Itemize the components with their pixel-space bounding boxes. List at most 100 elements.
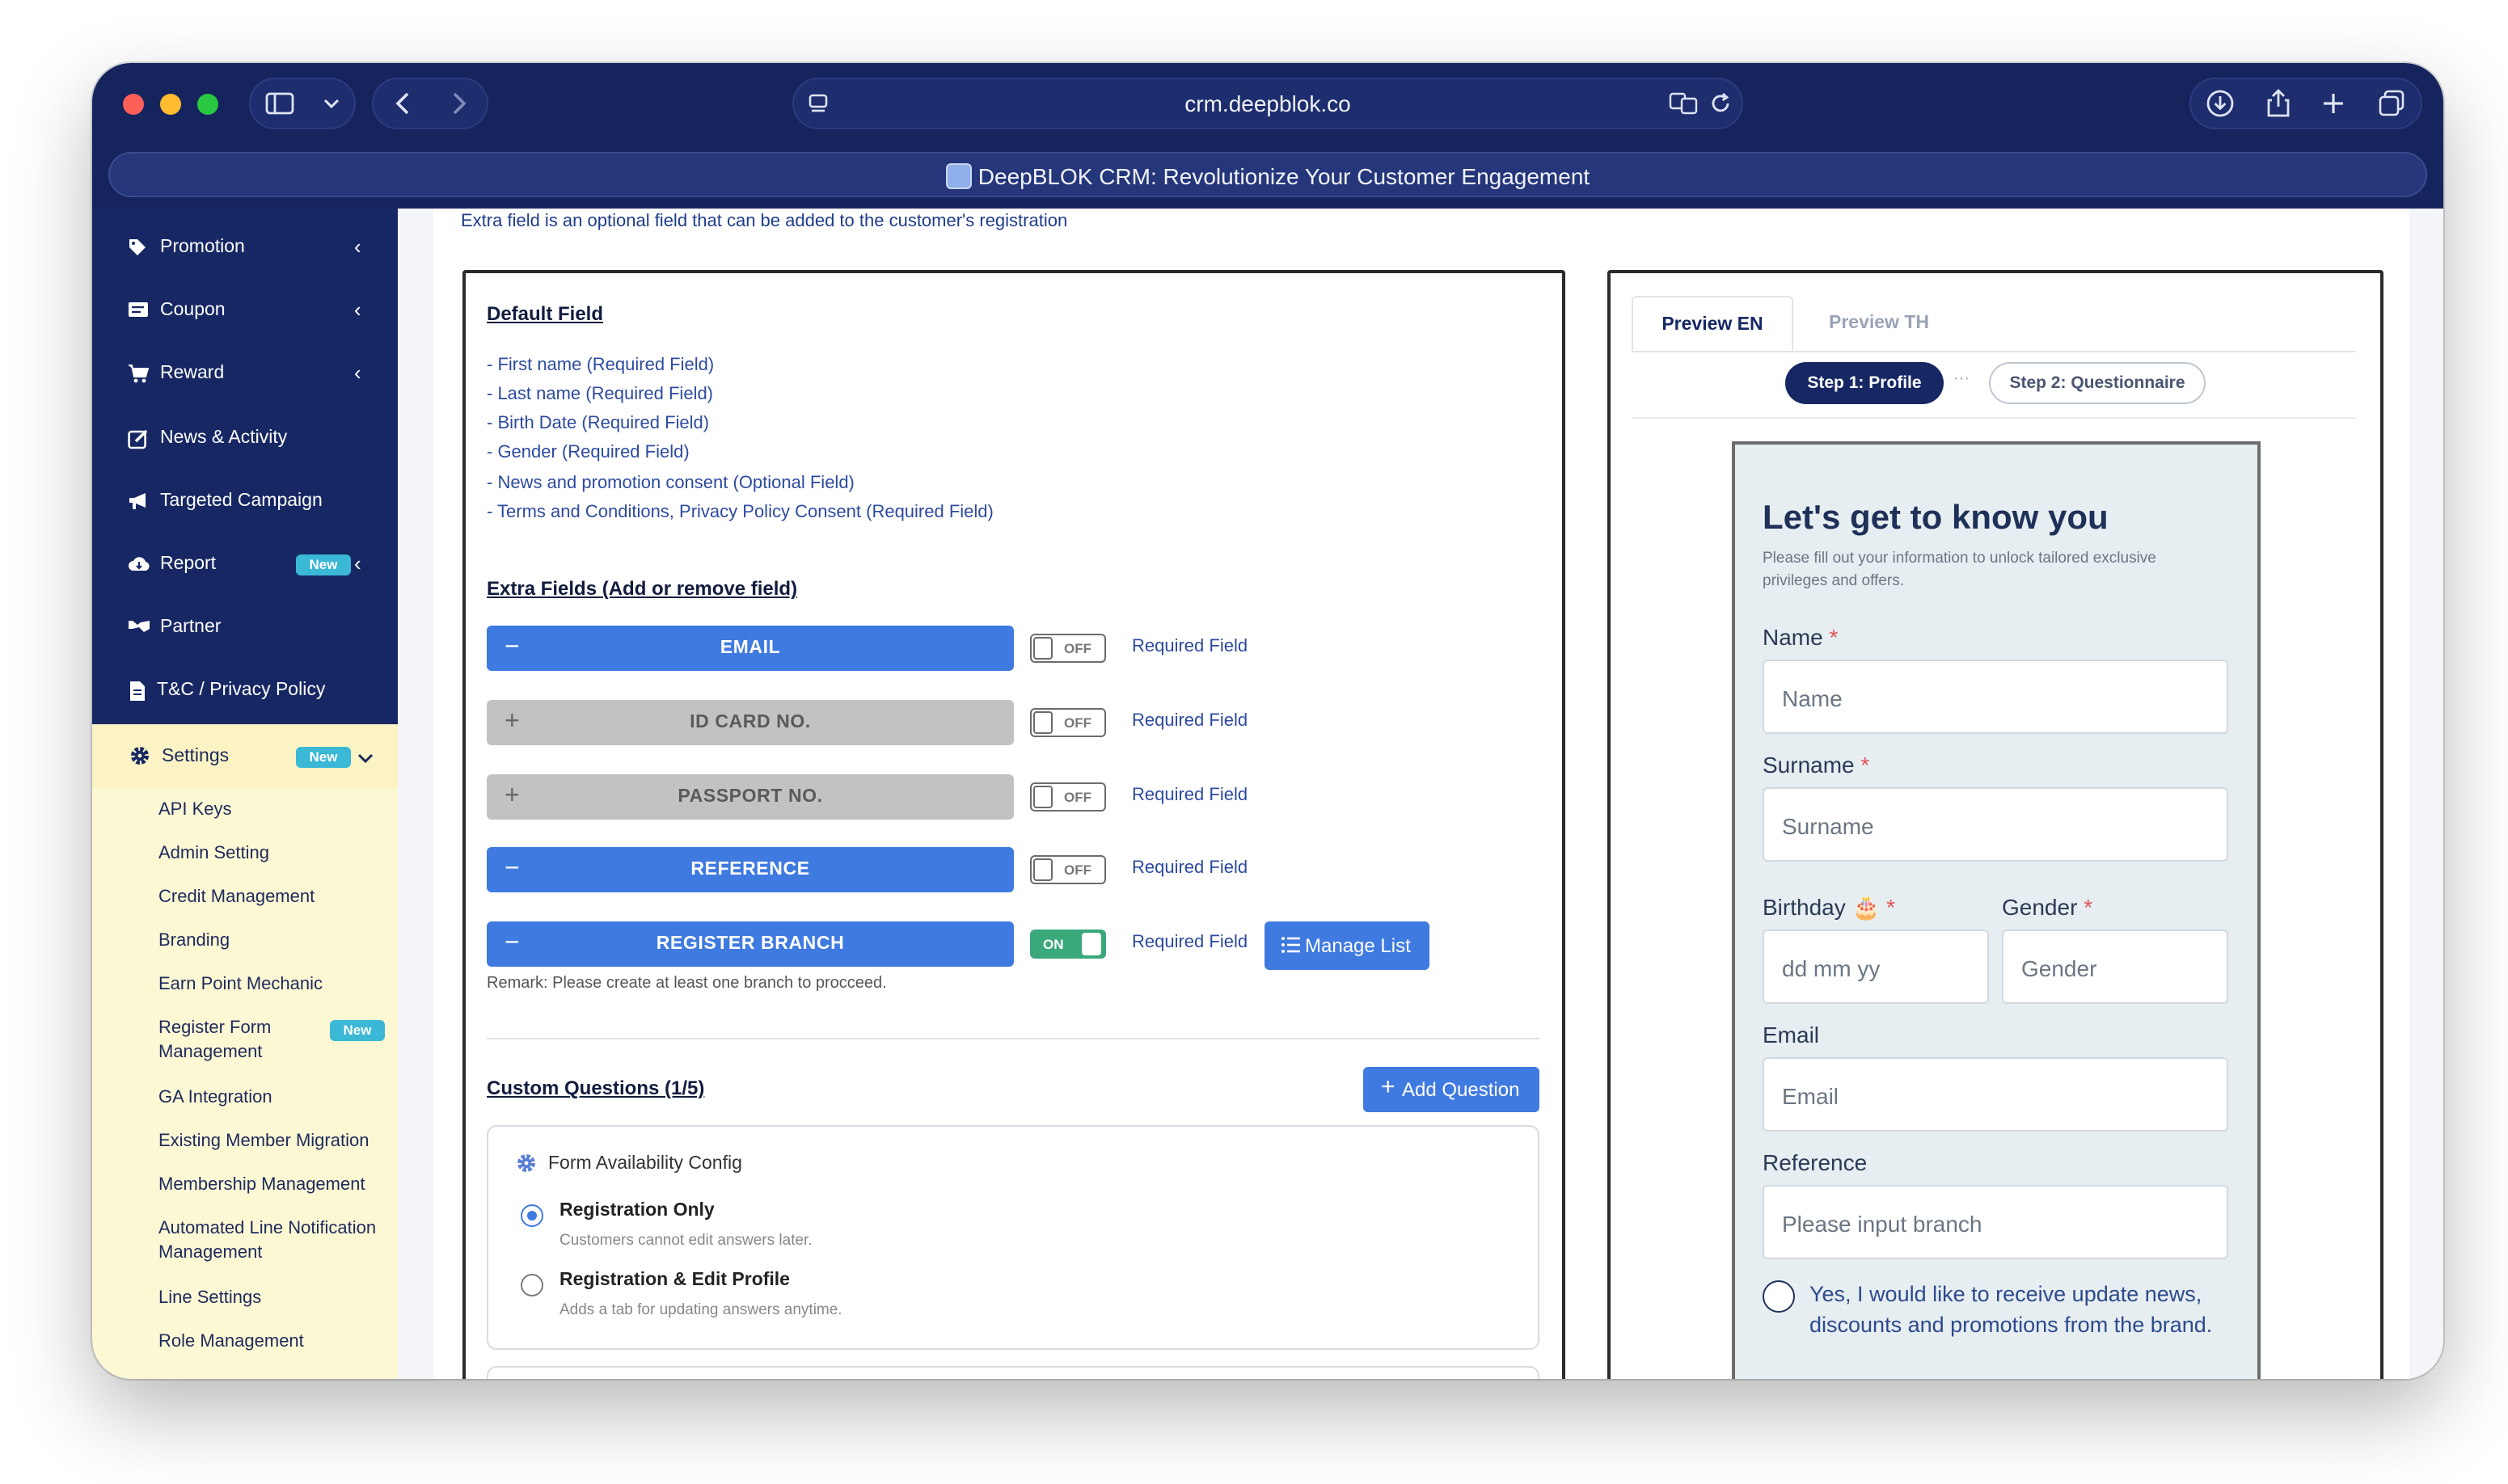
sidebar: Promotion ‹ Coupon ‹ Reward ‹ News & Act… [92, 209, 398, 1379]
cloud-download-icon [128, 554, 150, 577]
step-1-pill[interactable]: Step 1: Profile [1785, 362, 1944, 404]
sidebar-item-coupon[interactable]: Coupon ‹ [92, 281, 398, 343]
step-2-pill[interactable]: Step 2: Questionnaire [1989, 362, 2206, 404]
consent-checkbox[interactable] [1763, 1280, 1795, 1313]
sidebar-item-label: Report [160, 554, 217, 574]
extra-field-passport-button[interactable]: + PASSPORT NO. [487, 774, 1014, 820]
placeholder: Gender [2021, 955, 2097, 981]
surname-label: Surname * [1763, 752, 1869, 778]
sidebar-item-news-activity[interactable]: News & Activity [92, 409, 398, 470]
consent-text: Yes, I would like to receive update news… [1809, 1282, 2213, 1337]
tab-preview-en[interactable]: Preview EN [1632, 296, 1793, 351]
settings-item-line-settings[interactable]: Line Settings [158, 1287, 261, 1311]
translate-icon[interactable] [1669, 92, 1698, 115]
email-input[interactable]: Email [1763, 1057, 2228, 1132]
settings-item-admin-setting[interactable]: Admin Setting [158, 842, 269, 866]
gender-label: Gender * [2002, 894, 2092, 920]
plus-icon: + [1381, 1073, 1395, 1101]
toggle-state: ON [1043, 936, 1064, 952]
birthday-input[interactable]: dd mm yy [1763, 930, 1989, 1004]
settings-item-earn-point-mechanic[interactable]: Earn Point Mechanic [158, 973, 323, 997]
reference-label: Reference [1763, 1149, 1867, 1175]
register-branch-required-toggle[interactable]: ON [1030, 930, 1106, 959]
settings-item-automated-line-notification[interactable]: Automated Line Notification Management [158, 1217, 385, 1266]
question-card [487, 1366, 1539, 1379]
default-field-line: - First name (Required Field) [487, 356, 715, 375]
label-text: Gender [2002, 894, 2078, 920]
settings-item-existing-member-migration[interactable]: Existing Member Migration [158, 1130, 369, 1154]
settings-item-register-form-management[interactable]: Register Form Management [158, 1017, 304, 1065]
reload-icon[interactable] [1709, 92, 1732, 115]
form-availability-config: Form Availability Config Registration On… [487, 1125, 1539, 1350]
reference-input[interactable]: Please input branch [1763, 1185, 2228, 1259]
manage-list-label: Manage List [1305, 934, 1411, 957]
sidebar-toggle-button[interactable] [249, 78, 356, 129]
sidebar-item-label: Coupon [160, 301, 226, 320]
sidebar-item-report[interactable]: Report New ‹ [92, 535, 398, 597]
name-input[interactable]: Name [1763, 660, 2228, 734]
sidebar-item-promotion[interactable]: Promotion ‹ [92, 218, 398, 280]
surname-input[interactable]: Surname [1763, 787, 2228, 862]
sidebar-item-partner[interactable]: Partner [92, 598, 398, 660]
extra-field-email-button[interactable]: − EMAIL [487, 626, 1014, 671]
extra-field-reference-button[interactable]: − REFERENCE [487, 847, 1014, 892]
chevron-left-icon: ‹ [354, 360, 361, 385]
share-icon[interactable] [2265, 89, 2291, 118]
close-window-button[interactable] [123, 94, 144, 115]
email-required-toggle[interactable]: OFF [1030, 634, 1106, 663]
extra-field-label: PASSPORT NO. [678, 787, 823, 807]
add-question-button[interactable]: + Add Question [1363, 1067, 1539, 1112]
tab-label: Preview EN [1661, 315, 1763, 335]
sidebar-icon [265, 92, 294, 115]
form-preview-card: Preview EN Preview TH Step 1: Profile ··… [1607, 270, 2383, 1379]
id-card-required-toggle[interactable]: OFF [1030, 708, 1106, 737]
zoom-window-button[interactable] [197, 94, 218, 115]
url-text: crm.deepblok.co [1184, 91, 1351, 116]
tab-overview-icon[interactable] [2377, 89, 2406, 118]
browser-tab[interactable]: DeepBLOK CRM: Revolutionize Your Custome… [108, 152, 2427, 197]
toggle-state: OFF [1064, 789, 1091, 805]
sidebar-item-tc-privacy[interactable]: T&C / Privacy Policy [92, 661, 398, 723]
tab-preview-th[interactable]: Preview TH [1801, 296, 1957, 351]
tag-icon [128, 238, 150, 260]
name-label: Name * [1763, 624, 1838, 650]
main-area: Extra field is an optional field that ca… [398, 209, 2443, 1379]
reference-required-toggle[interactable]: OFF [1030, 855, 1106, 884]
email-label: Email [1763, 1022, 1819, 1048]
manage-list-button[interactable]: Manage List [1265, 921, 1429, 970]
sidebar-item-targeted-campaign[interactable]: Targeted Campaign [92, 472, 398, 533]
placeholder: Surname [1782, 813, 1874, 839]
settings-item-credit-management[interactable]: Credit Management [158, 886, 315, 910]
settings-item-role-management[interactable]: Role Management [158, 1330, 304, 1355]
gender-select[interactable]: Gender [2002, 930, 2228, 1004]
extra-field-id-card-button[interactable]: + ID CARD NO. [487, 700, 1014, 745]
default-field-line: - Birth Date (Required Field) [487, 414, 710, 433]
settings-item-membership-management[interactable]: Membership Management [158, 1174, 365, 1198]
minimize-window-button[interactable] [160, 94, 181, 115]
settings-item-api-keys[interactable]: API Keys [158, 799, 232, 823]
address-bar[interactable]: crm.deepblok.co [792, 78, 1743, 129]
settings-item-ga-integration[interactable]: GA Integration [158, 1086, 272, 1111]
registration-only-radio[interactable] [521, 1204, 543, 1227]
add-question-label: Add Question [1402, 1078, 1520, 1101]
tab-label: Preview TH [1829, 314, 1929, 333]
sidebar-item-settings[interactable]: Settings New [92, 724, 398, 789]
step-separator: ··· [1953, 370, 1970, 388]
intro-text: Extra field is an optional field that ca… [461, 212, 1068, 231]
extra-field-label: EMAIL [720, 639, 781, 658]
new-tab-icon[interactable] [2321, 91, 2347, 116]
extra-field-register-branch-button[interactable]: − REGISTER BRANCH [487, 921, 1014, 967]
download-icon[interactable] [2206, 89, 2236, 118]
history-nav [372, 78, 488, 129]
toggle-state: OFF [1064, 862, 1091, 878]
forward-icon[interactable] [450, 91, 467, 116]
section-divider [487, 1038, 1539, 1039]
passport-required-toggle[interactable]: OFF [1030, 782, 1106, 812]
toolbar-actions [2189, 78, 2422, 129]
back-icon[interactable] [394, 91, 410, 116]
sidebar-item-reward[interactable]: Reward ‹ [92, 344, 398, 406]
required-asterisk: * [1829, 624, 1839, 650]
settings-item-branding[interactable]: Branding [158, 930, 230, 954]
registration-edit-profile-radio[interactable] [521, 1274, 543, 1296]
chevron-left-icon: ‹ [354, 551, 361, 575]
